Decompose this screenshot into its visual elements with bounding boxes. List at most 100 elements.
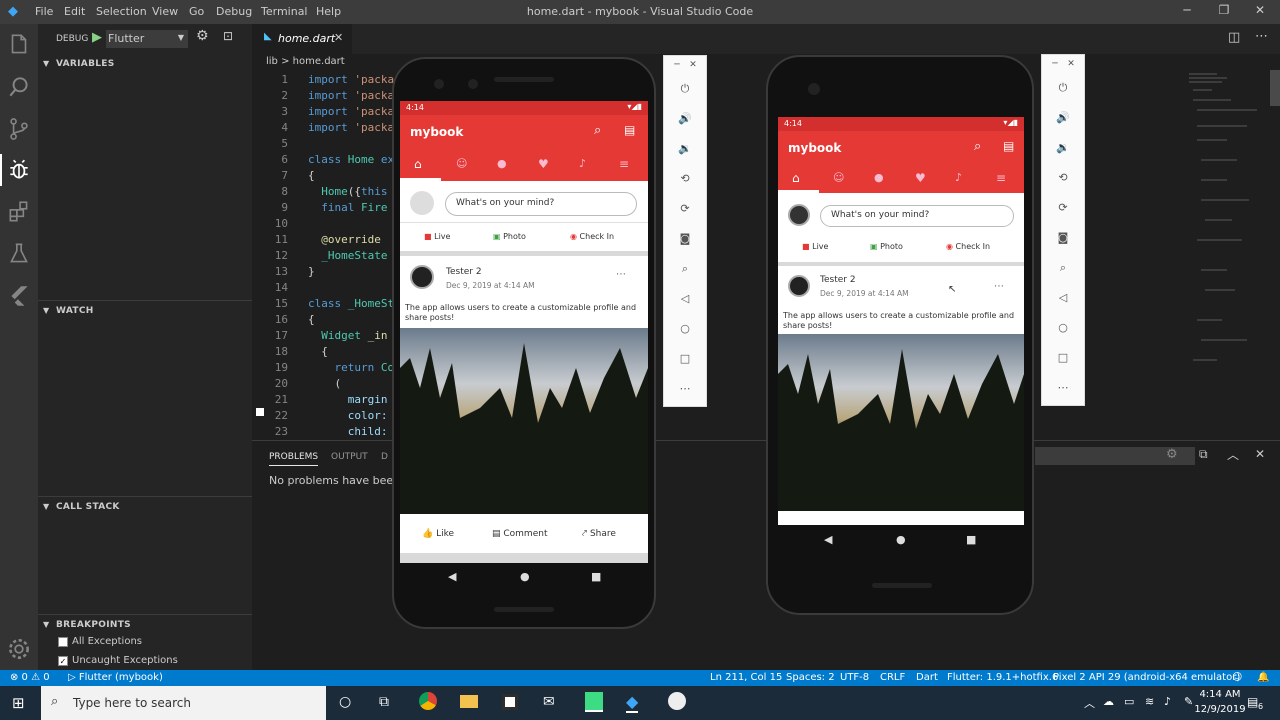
- menu-icon[interactable]: ≡: [996, 171, 1010, 185]
- debug-icon[interactable]: [6, 157, 32, 183]
- mail-icon[interactable]: ✉: [543, 694, 555, 710]
- bell-icon[interactable]: ♪: [955, 171, 969, 185]
- rotate-right-icon[interactable]: ⟳: [664, 202, 706, 215]
- call-stack-section-header[interactable]: ▼ CALL STACK: [38, 496, 252, 516]
- post-photo[interactable]: [400, 328, 648, 514]
- volume-down-icon[interactable]: 🔉: [1042, 141, 1084, 154]
- photo-button[interactable]: ▣ Photo: [870, 242, 903, 251]
- live-button[interactable]: ■ Live: [424, 232, 450, 241]
- menu-selection[interactable]: Selection: [96, 5, 147, 18]
- post-photo[interactable]: [778, 334, 1024, 511]
- back-icon[interactable]: ◁: [1042, 291, 1084, 304]
- photo-button[interactable]: ▣ Photo: [493, 232, 526, 241]
- more-icon[interactable]: ⋯: [664, 382, 706, 395]
- close-icon[interactable]: ✕: [1050, 59, 1092, 69]
- store-icon[interactable]: [502, 694, 518, 710]
- tab-output[interactable]: OUTPUT: [331, 452, 368, 462]
- messenger-icon[interactable]: ▤: [624, 123, 635, 137]
- home-icon[interactable]: ⌂: [792, 171, 806, 185]
- menu-icon[interactable]: ≡: [619, 157, 633, 171]
- android-home-icon[interactable]: ●: [520, 570, 530, 583]
- onedrive-icon[interactable]: ☁: [1103, 695, 1114, 708]
- zoom-icon[interactable]: ⌕: [664, 262, 706, 276]
- end-of-line[interactable]: CRLF: [880, 672, 905, 683]
- overview-icon[interactable]: □: [1042, 351, 1084, 364]
- check-in-button[interactable]: ◉ Check In: [570, 232, 614, 241]
- cortana-icon[interactable]: ○: [339, 694, 351, 710]
- heart-icon[interactable]: ♥: [915, 171, 929, 185]
- variables-section-header[interactable]: ▼ VARIABLES: [38, 54, 252, 74]
- power-icon[interactable]: ⏻: [1042, 81, 1084, 95]
- extensions-icon[interactable]: [6, 199, 32, 225]
- close-icon[interactable]: ✕: [672, 60, 714, 70]
- like-button[interactable]: 👍 Like: [422, 529, 454, 539]
- android-back-icon[interactable]: ◀: [448, 570, 456, 583]
- home-icon[interactable]: ⌂: [414, 157, 428, 171]
- menu-debug[interactable]: Debug: [216, 5, 252, 18]
- volume-up-icon[interactable]: 🔊: [664, 112, 706, 125]
- test-flask-icon[interactable]: [6, 241, 32, 267]
- maximize-panel-icon[interactable]: ⧉: [1199, 447, 1208, 462]
- whats-on-your-mind-input[interactable]: What's on your mind?: [820, 205, 1014, 227]
- breakpoint-marker[interactable]: [256, 408, 264, 416]
- action-center-icon[interactable]: ▤: [1247, 695, 1258, 709]
- app-icon[interactable]: [668, 692, 686, 710]
- post-more-icon[interactable]: ⋯: [616, 269, 626, 280]
- menu-terminal[interactable]: Terminal: [261, 5, 308, 18]
- breadcrumb-folder[interactable]: lib: [266, 56, 278, 67]
- debug-settings-gear-icon[interactable]: ⚙: [196, 28, 209, 44]
- indentation[interactable]: Spaces: 2: [786, 672, 835, 683]
- phone-screen[interactable]: 4:14 ▾◢▮ mybook ⌕ ▤ ⌂ ☺ ● ♥ ♪ ≡ What's on…: [778, 117, 1024, 525]
- android-home-icon[interactable]: ●: [896, 533, 906, 546]
- clock-time[interactable]: 4:14 AM: [1192, 689, 1248, 700]
- camera-icon[interactable]: ◙: [1042, 231, 1084, 244]
- live-button[interactable]: ■ Live: [802, 242, 828, 251]
- checkbox-checked[interactable]: ✓: [58, 656, 68, 666]
- close-tab-icon[interactable]: ✕: [334, 31, 343, 44]
- rotate-left-icon[interactable]: ⟲: [1042, 171, 1084, 184]
- scrollbar-thumb[interactable]: [1270, 70, 1280, 106]
- profile-icon[interactable]: ●: [874, 171, 888, 185]
- post-author[interactable]: Tester 2: [820, 275, 856, 285]
- camera-icon[interactable]: ◙: [664, 232, 706, 245]
- comment-button[interactable]: ▤ Comment: [492, 529, 547, 539]
- tray-chevron-icon[interactable]: ︿: [1084, 695, 1095, 711]
- taskbar-search-box[interactable]: ⌕ Type here to search: [41, 686, 326, 720]
- back-icon[interactable]: ◁: [664, 292, 706, 305]
- android-studio-icon[interactable]: [585, 692, 603, 712]
- menu-file[interactable]: File: [35, 5, 53, 18]
- search-icon[interactable]: ⌕: [974, 139, 981, 154]
- more-actions-icon[interactable]: ⋯: [1255, 29, 1268, 44]
- debug-config-select[interactable]: Flutter ▼: [106, 30, 188, 48]
- more-icon[interactable]: ⋯: [1042, 381, 1084, 394]
- breakpoints-section-header[interactable]: ▼ BREAKPOINTS: [38, 614, 252, 634]
- problems-count[interactable]: ⊗ 0 ⚠ 0: [10, 672, 50, 683]
- check-in-button[interactable]: ◉ Check In: [946, 242, 990, 251]
- chrome-icon[interactable]: [419, 692, 437, 710]
- rotate-left-icon[interactable]: ⟲: [664, 172, 706, 185]
- flutter-icon[interactable]: [6, 283, 32, 309]
- tab-home-dart[interactable]: ◣ home.dart ✕: [252, 24, 352, 54]
- volume-down-icon[interactable]: 🔉: [664, 142, 706, 155]
- home-circle-icon[interactable]: ○: [664, 322, 706, 335]
- menu-view[interactable]: View: [152, 5, 178, 18]
- restore-icon[interactable]: ❐: [1209, 3, 1239, 21]
- menu-help[interactable]: Help: [316, 5, 341, 18]
- phone-screen[interactable]: 4:14 ▾◢▮ mybook ⌕ ▤ ⌂ ☺ ● ♥ ♪ ≡ What's on…: [400, 101, 648, 563]
- android-recents-icon[interactable]: ■: [591, 570, 601, 583]
- home-circle-icon[interactable]: ○: [1042, 321, 1084, 334]
- minimap[interactable]: [1187, 70, 1267, 370]
- source-control-icon[interactable]: [6, 116, 32, 142]
- filter-gear-icon[interactable]: ⚙: [1166, 447, 1178, 462]
- messenger-icon[interactable]: ▤: [1003, 139, 1014, 153]
- file-explorer-icon[interactable]: [460, 695, 478, 708]
- menu-go[interactable]: Go: [189, 5, 204, 18]
- encoding[interactable]: UTF-8: [840, 672, 869, 683]
- watch-section-header[interactable]: ▼ WATCH: [38, 300, 252, 320]
- whats-on-your-mind-input[interactable]: What's on your mind?: [445, 192, 637, 216]
- post-more-icon[interactable]: ⋯: [994, 281, 1004, 292]
- feedback-smiley-icon[interactable]: ☺: [1232, 672, 1242, 683]
- checkbox-unchecked[interactable]: [58, 637, 68, 647]
- search-icon[interactable]: ⌕: [594, 123, 601, 138]
- menu-edit[interactable]: Edit: [64, 5, 85, 18]
